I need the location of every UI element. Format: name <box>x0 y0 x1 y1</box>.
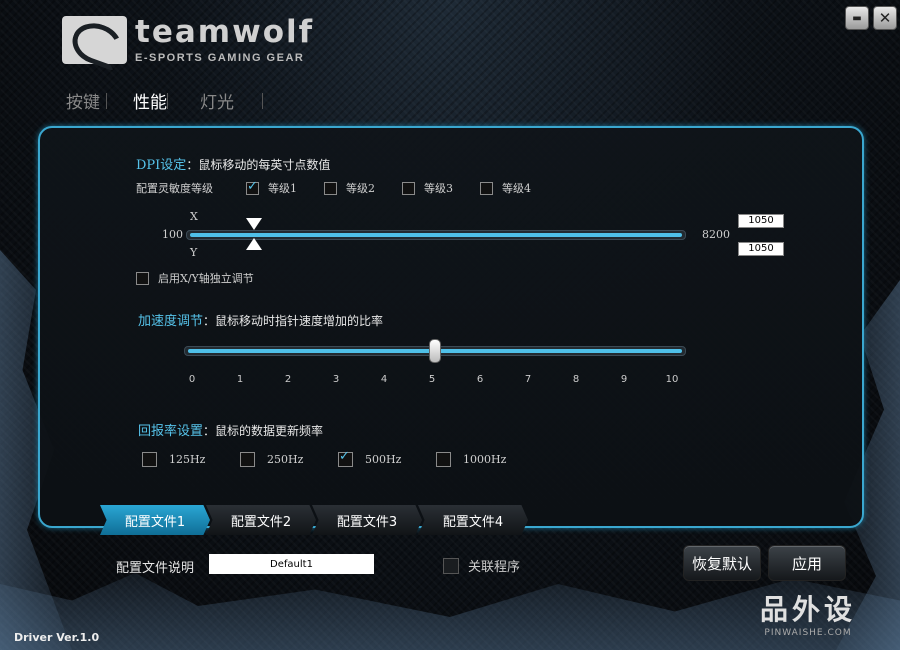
dpi-y-value-input[interactable]: 1050 <box>738 242 784 256</box>
dpi-levels-label: 配置灵敏度等级 <box>136 182 213 195</box>
checkbox-icon[interactable] <box>240 452 255 467</box>
report-rate-label: 1000Hz <box>463 453 507 466</box>
accel-title: 加速度调节 <box>138 314 204 329</box>
profile-tab-3[interactable]: 配置文件3 <box>312 505 422 535</box>
accel-tick-label: 0 <box>188 374 196 385</box>
watermark-title: 品外设 <box>760 593 857 626</box>
close-button[interactable]: ✕ <box>873 6 897 30</box>
x-axis-label: X <box>190 210 198 223</box>
driver-version: Driver Ver.1.0 <box>14 631 100 644</box>
dpi-level-label: 等级3 <box>424 182 453 195</box>
report-rate-label: 125Hz <box>169 453 206 466</box>
brand-tagline: E-SPORTS GAMING GEAR <box>135 52 305 64</box>
minimize-button[interactable]: ▬ <box>845 6 869 30</box>
report-section-title: 回报率设置：鼠标的数据更新频率 <box>138 420 323 439</box>
tab-separator <box>167 92 168 109</box>
wolf-logo-icon <box>62 16 127 64</box>
dpi-level-label: 等级1 <box>268 182 297 195</box>
profile-tab-2[interactable]: 配置文件2 <box>206 505 316 535</box>
accel-tick-label: 8 <box>572 374 580 385</box>
dpi-x-slider-handle[interactable] <box>246 218 262 230</box>
accel-tick-label: 4 <box>380 374 388 385</box>
report-rate-label: 500Hz <box>365 453 402 466</box>
accel-tick-label: 3 <box>332 374 340 385</box>
xy-independent-option[interactable]: 启用X/Y轴独立调节 <box>136 270 254 286</box>
report-rate-125[interactable]: 125Hz <box>142 452 240 467</box>
accel-tick-label: 9 <box>620 374 628 385</box>
profile-description-label: 配置文件说明 <box>116 561 195 576</box>
checkbox-icon[interactable] <box>402 181 415 195</box>
restore-default-button[interactable]: 恢复默认 <box>683 545 761 581</box>
minimize-icon: ▬ <box>852 12 862 24</box>
profile-description-input[interactable] <box>209 554 374 574</box>
associate-program-label: 关联程序 <box>468 560 521 575</box>
profile-tab-4[interactable]: 配置文件4 <box>418 505 528 535</box>
main-tabs: 按键 性能 灯光 <box>66 88 287 113</box>
dpi-level-4[interactable]: 等级4 <box>480 180 558 196</box>
accel-tick-label: 5 <box>428 374 436 385</box>
report-rate-500[interactable]: 500Hz <box>338 449 436 467</box>
brand-logo: teamwolf E-SPORTS GAMING GEAR <box>62 16 314 64</box>
dpi-levels-row: 配置灵敏度等级 等级1 等级2 等级3 等级4 <box>136 179 558 196</box>
accel-slider-handle[interactable] <box>429 339 441 363</box>
dpi-level-2[interactable]: 等级2 <box>324 180 402 196</box>
report-title: 回报率设置 <box>138 424 204 439</box>
tab-separator <box>106 92 107 109</box>
dpi-description: ：鼠标移动的每英寸点数值 <box>186 158 331 172</box>
watermark: 品外设 PINWAISHE.COM <box>760 588 856 638</box>
accel-tick-label: 1 <box>236 374 244 385</box>
brand-name: teamwolf <box>135 14 315 50</box>
checkbox-icon[interactable] <box>443 557 459 574</box>
report-description: ：鼠标的数据更新频率 <box>203 424 324 438</box>
close-icon: ✕ <box>878 9 892 27</box>
checkbox-checked-icon[interactable] <box>338 449 353 467</box>
xy-independent-label: 启用X/Y轴独立调节 <box>158 272 254 285</box>
apply-button[interactable]: 应用 <box>768 545 846 581</box>
accel-tick-label: 6 <box>476 374 484 385</box>
accel-tick-label: 2 <box>284 374 292 385</box>
accel-tick-label: 7 <box>524 374 532 385</box>
dpi-level-label: 等级2 <box>346 182 375 195</box>
checkbox-icon[interactable] <box>436 452 451 467</box>
watermark-url: PINWAISHE.COM <box>764 628 852 638</box>
dpi-max-label: 8200 <box>702 228 730 241</box>
dpi-min-label: 100 <box>162 228 183 241</box>
report-rate-options: 125Hz 250Hz 500Hz 1000Hz <box>142 449 534 467</box>
checkbox-icon[interactable] <box>480 181 493 195</box>
report-rate-250[interactable]: 250Hz <box>240 452 338 467</box>
y-axis-label: Y <box>190 246 198 259</box>
report-rate-label: 250Hz <box>267 453 304 466</box>
accel-section-title: 加速度调节：鼠标移动时指针速度增加的比率 <box>138 310 383 329</box>
performance-panel: DPI设定：鼠标移动的每英寸点数值 配置灵敏度等级 等级1 等级2 等级3 等级… <box>38 126 864 528</box>
profile-tab-1[interactable]: 配置文件1 <box>100 505 210 535</box>
checkbox-checked-icon[interactable] <box>246 179 259 195</box>
report-rate-1000[interactable]: 1000Hz <box>436 452 534 467</box>
checkbox-icon[interactable] <box>324 181 337 195</box>
dpi-level-3[interactable]: 等级3 <box>402 180 480 196</box>
checkbox-icon[interactable] <box>142 452 157 467</box>
dpi-level-1[interactable]: 等级1 <box>246 179 324 196</box>
associate-program-option[interactable]: 关联程序 <box>443 556 520 575</box>
tab-separator <box>262 92 263 109</box>
dpi-level-label: 等级4 <box>502 182 531 195</box>
accel-description: ：鼠标移动时指针速度增加的比率 <box>203 314 384 328</box>
checkbox-icon[interactable] <box>136 271 149 285</box>
dpi-y-slider-handle[interactable] <box>246 238 262 250</box>
profile-tabs: 配置文件1 配置文件2 配置文件3 配置文件4 <box>100 505 528 535</box>
dpi-x-value-input[interactable]: 1050 <box>738 214 784 228</box>
dpi-section-title: DPI设定：鼠标移动的每英寸点数值 <box>136 154 330 173</box>
accel-tick-label: 10 <box>665 374 679 385</box>
dpi-title: DPI设定 <box>136 158 187 173</box>
tab-lighting[interactable]: 灯光 <box>200 88 290 113</box>
